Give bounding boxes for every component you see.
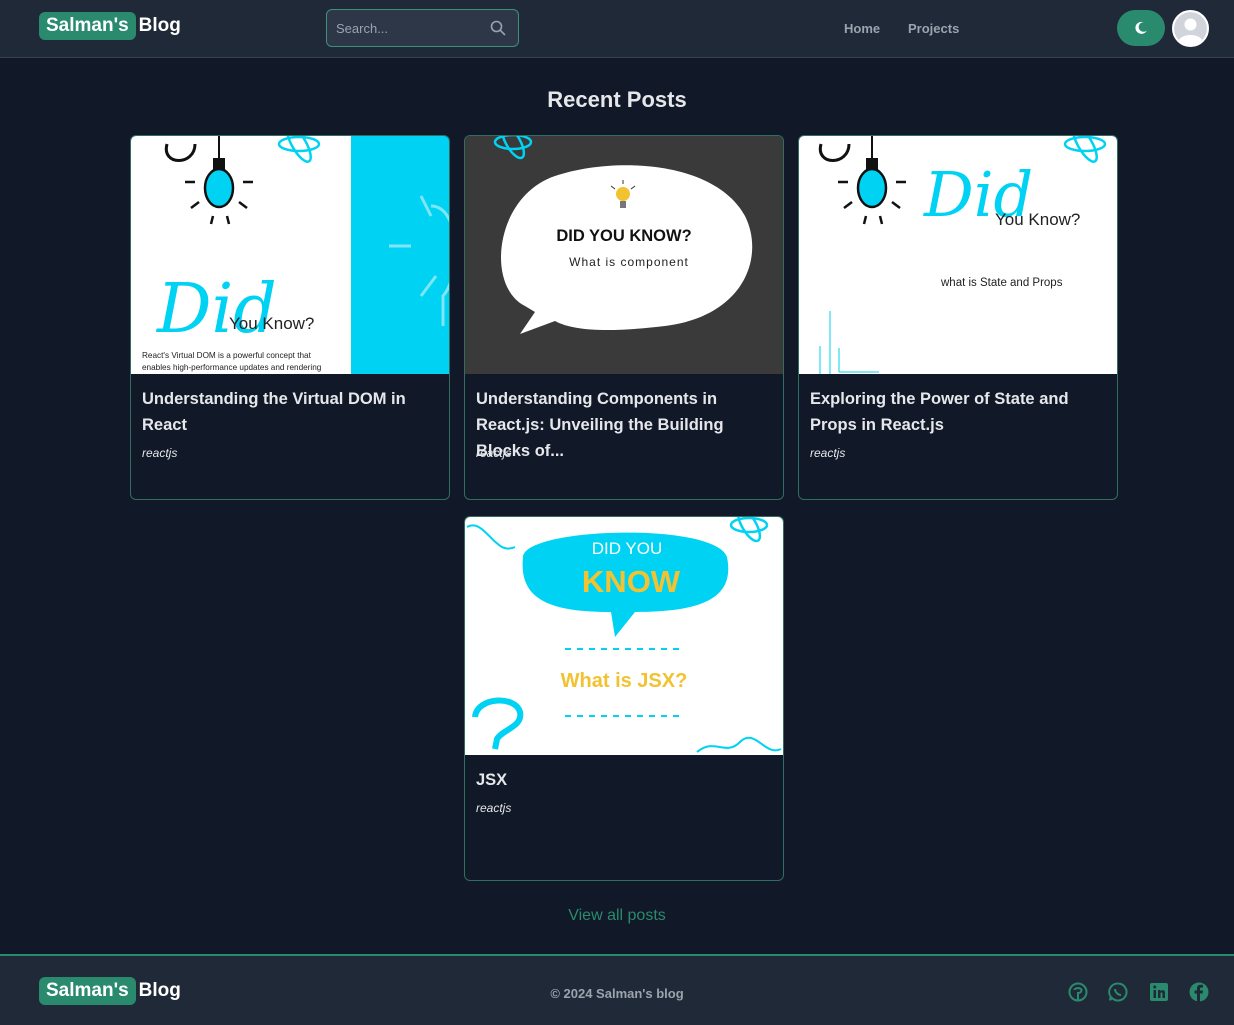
user-icon xyxy=(1174,12,1207,45)
search-box xyxy=(326,9,519,47)
post-thumbnail[interactable]: Did You Know? what is State and Props xyxy=(799,136,1117,374)
svg-text:You Know?: You Know? xyxy=(995,210,1080,229)
post-thumbnail[interactable]: Did You Know? React's Virtual DOM is a p… xyxy=(131,136,449,374)
post-title[interactable]: Understanding the Virtual DOM in React xyxy=(142,386,442,438)
avatar[interactable] xyxy=(1172,10,1209,47)
site-logo[interactable]: Salman's Blog xyxy=(39,12,181,40)
nav-projects-link[interactable]: Projects xyxy=(908,21,959,36)
section-title: Recent Posts xyxy=(547,87,687,112)
github-icon[interactable] xyxy=(1068,982,1088,1002)
copyright-text: © 2024 Salman's blog xyxy=(550,986,684,1001)
post-card[interactable]: Did You Know? React's Virtual DOM is a p… xyxy=(130,135,450,500)
post-title[interactable]: Understanding Components in React.js: Un… xyxy=(476,386,776,464)
svg-text:Did: Did xyxy=(155,270,277,349)
view-all-posts-link[interactable]: View all posts xyxy=(0,907,1234,925)
logo-text: Blog xyxy=(138,15,181,36)
post-thumbnail[interactable]: DID YOU KNOW What is JSX? xyxy=(465,517,783,755)
post-title[interactable]: Exploring the Power of State and Props i… xyxy=(810,386,1110,438)
whatsapp-icon[interactable] xyxy=(1108,982,1128,1002)
site-header: Salman's Blog Home Projects xyxy=(0,0,1234,58)
svg-text:DID YOU: DID YOU xyxy=(592,539,663,558)
svg-text:enables high-performance updat: enables high-performance updates and ren… xyxy=(142,363,322,372)
search-icon[interactable] xyxy=(490,20,506,36)
post-thumbnail[interactable]: DID YOU KNOW? What is component xyxy=(465,136,783,374)
facebook-icon[interactable] xyxy=(1189,982,1209,1002)
logo-highlight: Salman's xyxy=(39,12,136,40)
svg-text:what is State and Props: what is State and Props xyxy=(940,277,1063,289)
post-tag[interactable]: reactjs xyxy=(142,446,177,460)
svg-text:DID YOU KNOW?: DID YOU KNOW? xyxy=(556,227,691,245)
svg-text:You Know?: You Know? xyxy=(229,314,314,333)
post-card[interactable]: DID YOU KNOW? What is component Understa… xyxy=(464,135,784,500)
post-card[interactable]: DID YOU KNOW What is JSX? JSX reactjs xyxy=(464,516,784,881)
linkedin-icon[interactable] xyxy=(1149,982,1169,1002)
site-footer: Salman's Blog © 2024 Salman's blog xyxy=(0,954,1234,1025)
nav-home-link[interactable]: Home xyxy=(844,21,880,36)
post-tag[interactable]: reactjs xyxy=(476,801,511,815)
svg-text:KNOW: KNOW xyxy=(582,564,681,599)
svg-text:What is component: What is component xyxy=(569,255,689,269)
theme-toggle-button[interactable] xyxy=(1117,10,1165,46)
post-title[interactable]: JSX xyxy=(476,767,776,793)
post-card[interactable]: Did You Know? what is State and Props Ex… xyxy=(798,135,1118,500)
post-tag[interactable]: reactjs xyxy=(476,446,511,460)
svg-text:React's Virtual DOM is a power: React's Virtual DOM is a powerful concep… xyxy=(142,351,312,360)
svg-text:What is JSX?: What is JSX? xyxy=(561,670,688,692)
search-input[interactable] xyxy=(327,10,477,46)
moon-icon xyxy=(1135,21,1147,34)
post-tag[interactable]: reactjs xyxy=(810,446,845,460)
